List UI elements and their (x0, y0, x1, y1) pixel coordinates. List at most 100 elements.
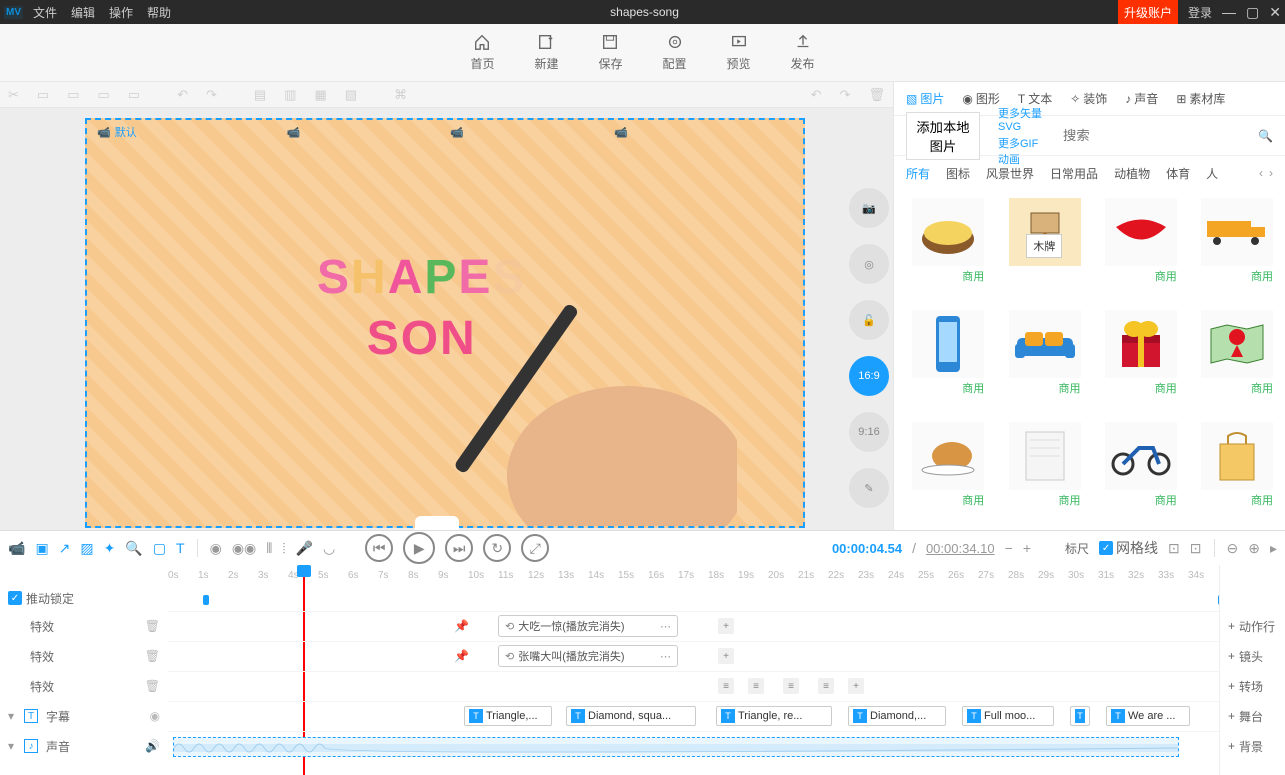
align-icon[interactable]: ▭ (128, 87, 140, 103)
ratio-9-16[interactable]: 9:16 (849, 412, 889, 452)
plus-icon[interactable]: + (1023, 540, 1031, 556)
visibility-icon[interactable]: ◉ (150, 709, 160, 723)
tab-image[interactable]: ▧图片 (906, 90, 944, 107)
camera-3[interactable]: 📹 (450, 124, 464, 140)
add-stage[interactable]: +舞台 (1220, 701, 1285, 731)
search-input[interactable] (1063, 128, 1240, 143)
tab-sound[interactable]: ♪声音 (1125, 90, 1158, 107)
panel-toggle[interactable] (415, 516, 459, 530)
toolbar-save[interactable]: 保存 (598, 33, 622, 72)
rotate-icon[interactable]: ↷ (206, 87, 217, 103)
shapes-icon[interactable]: ▨ (80, 540, 93, 557)
chevron-down-icon[interactable]: ▾ (8, 739, 14, 753)
next-button[interactable]: ⏭ (445, 534, 473, 562)
minimize-icon[interactable]: — (1222, 4, 1236, 20)
chevron-right-icon[interactable]: ▸ (1270, 540, 1277, 557)
asset-noodles[interactable]: 商用 (906, 198, 984, 298)
toolbar-new[interactable]: 新建 (534, 33, 558, 72)
cat-all[interactable]: 所有 (906, 165, 930, 182)
time-total[interactable]: 00:00:34.10 (926, 541, 995, 556)
text-icon[interactable]: T (176, 540, 185, 556)
snap-icon[interactable]: ⊡ (1168, 540, 1180, 557)
zoom-in-icon[interactable]: ⊕ (1248, 540, 1260, 557)
subtitle-clip[interactable]: TWe are ... (1106, 706, 1190, 726)
chevron-left-icon[interactable]: ‹ (1259, 166, 1263, 180)
lock-checkbox[interactable]: ✓ (8, 591, 22, 605)
cat-daily[interactable]: 日常用品 (1050, 165, 1098, 182)
align-icon[interactable]: ▭ (98, 87, 110, 103)
timeline-tracks[interactable]: 0s1s2s3s4s5s6s7s8s9s10s11s12s13s14s15s16… (168, 565, 1219, 775)
upgrade-button[interactable]: 升级账户 (1118, 0, 1178, 24)
delete-icon[interactable]: 🗑 (145, 649, 160, 663)
camera-icon[interactable]: 📹 (8, 540, 25, 557)
camera-default[interactable]: 📹默认 (97, 124, 137, 140)
toolbar-publish[interactable]: 发布 (791, 33, 815, 72)
link-icon[interactable]: ⌘ (394, 87, 407, 103)
subtitle-clip[interactable]: TFull moo... (962, 706, 1054, 726)
subtitle-clip[interactable]: TTriangle, re... (716, 706, 832, 726)
camera-2[interactable]: 📹 (287, 124, 301, 140)
delete-icon[interactable]: 🗑 (145, 619, 160, 633)
asset-turkey[interactable]: 商用 (906, 422, 984, 522)
asset-lips[interactable]: 商用 (1099, 198, 1177, 298)
link-more-svg[interactable]: 更多矢量SVG (998, 105, 1045, 133)
search-icon[interactable]: 🔍 (125, 540, 142, 557)
asset-paper[interactable]: 商用 (1002, 422, 1080, 522)
toolbar-preview[interactable]: 预览 (727, 33, 751, 72)
add-button[interactable]: ≡ (783, 678, 799, 694)
person-icon[interactable]: ◉ (210, 540, 222, 557)
menu-help[interactable]: 帮助 (147, 4, 171, 21)
ratio-16-9[interactable]: 16:9 (849, 356, 889, 396)
cat-sports[interactable]: 体育 (1166, 165, 1190, 182)
asset-gift[interactable]: 商用 (1099, 310, 1177, 410)
add-action-row[interactable]: +动作行 (1220, 611, 1285, 641)
delete-icon[interactable]: 🗑 (145, 679, 160, 693)
screenshot-icon[interactable]: 📷 (849, 188, 889, 228)
wave-icon[interactable]: ⦙ (282, 540, 285, 557)
asset-map[interactable]: 商用 (1195, 310, 1273, 410)
time-ruler[interactable]: 0s1s2s3s4s5s6s7s8s9s10s11s12s13s14s15s16… (168, 565, 1219, 585)
people-icon[interactable]: ◉◉ (232, 540, 256, 557)
subtitle-clip[interactable]: TDiamond, squa... (566, 706, 696, 726)
clip-fx1[interactable]: ⟲大吃一惊(播放完消失)⋯ (498, 615, 678, 637)
play-button[interactable]: ▶ (403, 532, 435, 564)
cat-people[interactable]: 人 (1206, 165, 1218, 182)
redo-icon[interactable]: ↷ (840, 87, 851, 103)
frame-icon[interactable]: ▢ (153, 540, 166, 557)
undo-icon[interactable]: ↶ (811, 87, 822, 103)
layer-icon[interactable]: ▧ (345, 87, 357, 103)
cat-scenery[interactable]: 风景世界 (986, 165, 1034, 182)
eq-icon[interactable]: ⦀ (266, 540, 272, 557)
add-lens[interactable]: +镜头 (1220, 641, 1285, 671)
chevron-down-icon[interactable]: ▾ (8, 709, 14, 723)
prev-button[interactable]: ⏮ (365, 534, 393, 562)
pin-icon[interactable]: 📌 (454, 619, 469, 633)
wand-icon[interactable]: ✦ (104, 540, 116, 557)
toolbar-home[interactable]: 首页 (470, 33, 494, 72)
asset-truck[interactable]: 商用 (1195, 198, 1273, 298)
cat-icons[interactable]: 图标 (946, 165, 970, 182)
sound-clip[interactable] (173, 737, 1179, 757)
track-subtitle[interactable]: ▾T字幕◉ (0, 701, 168, 731)
canvas-area[interactable]: 📹默认 📹 📹 📹 SHAPES SON 📷 ◎ 🔓 16:9 9:16 ✎ (0, 108, 893, 530)
crop-icon[interactable]: ✂ (8, 87, 19, 103)
delete-icon[interactable]: 🗑 (868, 87, 885, 103)
asset-sign[interactable]: 木牌 (1002, 198, 1080, 298)
add-button[interactable]: + (718, 618, 734, 634)
login-button[interactable]: 登录 (1188, 4, 1212, 21)
search-icon[interactable]: 🔍 (1258, 129, 1273, 143)
target-icon[interactable]: ◎ (849, 244, 889, 284)
layer-icon[interactable]: ▥ (284, 87, 296, 103)
asset-moto[interactable]: 商用 (1099, 422, 1177, 522)
minus-icon[interactable]: − (1005, 540, 1013, 556)
layer-icon[interactable]: ▦ (315, 87, 327, 103)
add-background[interactable]: +背景 (1220, 731, 1285, 761)
loop-button[interactable]: ↻ (483, 534, 511, 562)
menu-edit[interactable]: 编辑 (71, 4, 95, 21)
pin-icon[interactable]: 📌 (454, 649, 469, 663)
grid-checkbox[interactable]: ✓ (1099, 541, 1113, 555)
snap-icon[interactable]: ⊡ (1190, 540, 1202, 557)
close-icon[interactable]: ✕ (1269, 4, 1281, 21)
subtitle-clip[interactable]: TTriangle,... (464, 706, 552, 726)
tab-library[interactable]: ⊞素材库 (1176, 90, 1225, 107)
